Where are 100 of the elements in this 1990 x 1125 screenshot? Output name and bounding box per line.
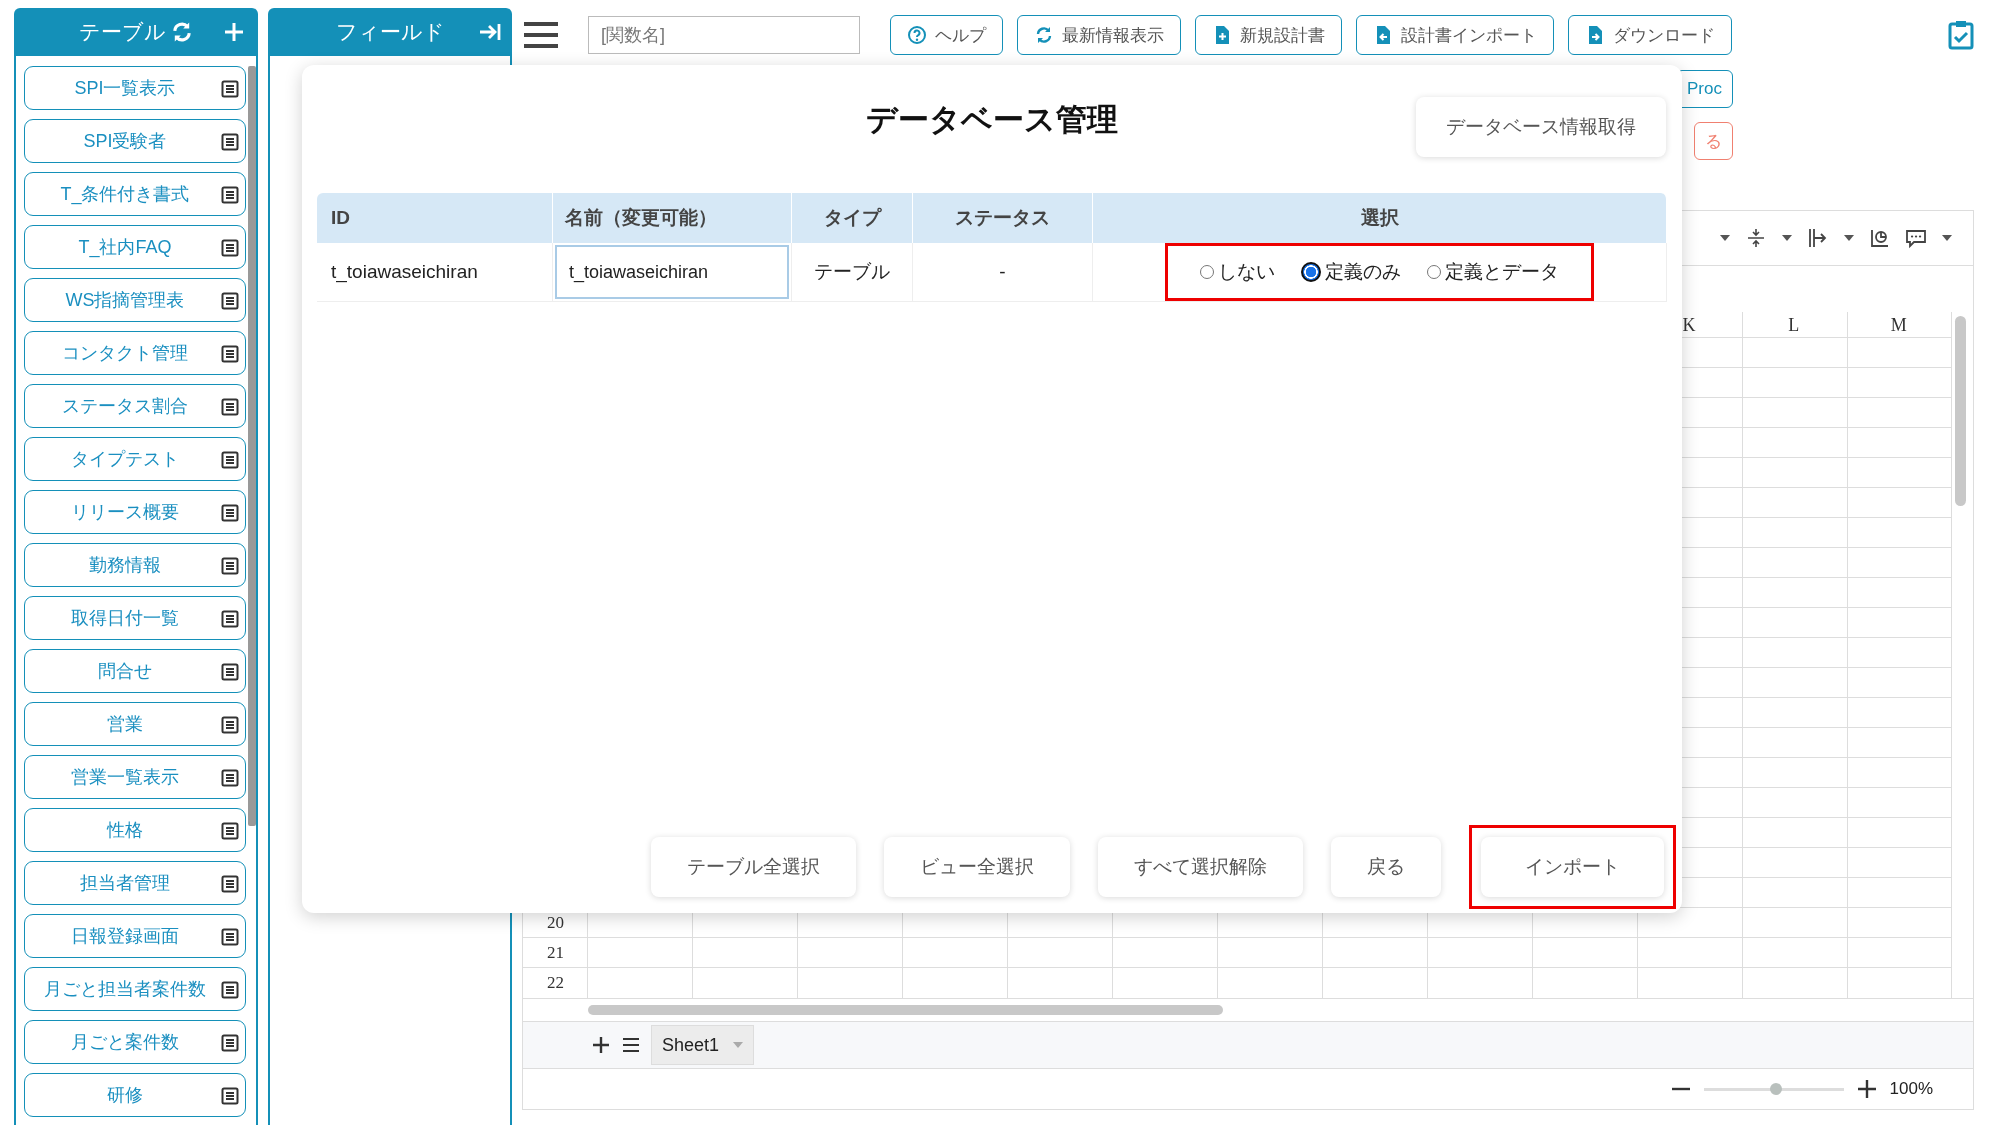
sidebar-item[interactable]: タイプテスト: [24, 437, 246, 481]
zoom-percentage: 100%: [1889, 1079, 1933, 1099]
table-cell: テーブル: [792, 243, 913, 302]
comment-icon[interactable]: [1905, 227, 1927, 249]
sidebar-item[interactable]: 日報登録画面: [24, 914, 246, 958]
document-icon: [221, 451, 239, 469]
sidebar-item[interactable]: 月ごと案件数: [24, 1020, 246, 1064]
caret-icon: [733, 1042, 744, 1048]
row-number: 22: [545, 972, 565, 994]
radio-button[interactable]: [1200, 265, 1214, 279]
radio-label: 定義とデータ: [1445, 260, 1559, 284]
caret-icon[interactable]: [1941, 233, 1953, 243]
column-header: L: [1787, 313, 1801, 337]
clipboard-check-icon[interactable]: [1948, 20, 1974, 50]
slider-thumb[interactable]: [1770, 1082, 1783, 1095]
sidebar-item[interactable]: WS指摘管理表: [24, 278, 246, 322]
toolbar-button[interactable]: ヘルプ: [890, 15, 1003, 55]
sidebar-item[interactable]: 問合せ: [24, 649, 246, 693]
document-icon: [221, 822, 239, 840]
table-cell: t_toiawaseichiran: [317, 243, 553, 302]
column-header: K: [1681, 313, 1697, 337]
search-field[interactable]: [関数名]: [588, 16, 860, 54]
name-input-field[interactable]: t_toiawaseichiran: [555, 245, 789, 299]
sidebar-item[interactable]: SPI一覧表示: [24, 66, 246, 110]
toolbar-button[interactable]: 最新情報表示: [1017, 15, 1181, 55]
radio-option[interactable]: 定義のみ: [1301, 259, 1401, 285]
add-icon[interactable]: [222, 20, 246, 44]
menu-icon[interactable]: [522, 20, 560, 50]
document-icon: [221, 133, 239, 151]
sidebar-item[interactable]: ステータス割合: [24, 384, 246, 428]
sidebar-item[interactable]: SPI受験者: [24, 119, 246, 163]
document-icon: [221, 557, 239, 575]
scrollbar-thumb[interactable]: [1955, 316, 1966, 506]
sidebar-item[interactable]: 研修: [24, 1073, 246, 1117]
text-wrap-icon[interactable]: [1807, 227, 1829, 249]
document-icon: [221, 398, 239, 416]
radio-button[interactable]: [1301, 262, 1321, 282]
toolbar-button[interactable]: 設計書インポート: [1356, 15, 1554, 55]
sidebar-item[interactable]: リリース概要: [24, 490, 246, 534]
sidebar-item[interactable]: 営業: [24, 702, 246, 746]
scrollbar-thumb[interactable]: [588, 1005, 1223, 1015]
scrollbar-thumb[interactable]: [248, 66, 256, 826]
column-header: 名前（変更可能）: [553, 193, 792, 243]
dialog-title: データベース管理: [866, 101, 1118, 139]
caret-icon[interactable]: [1719, 233, 1731, 243]
field-panel-title: フィールド: [335, 19, 445, 45]
column-header: ID: [317, 193, 553, 243]
column-header: ステータス: [913, 193, 1093, 243]
dialog-button[interactable]: テーブル全選択: [651, 837, 856, 897]
sheet-tab[interactable]: Sheet1: [651, 1025, 755, 1065]
sidebar-title: テーブル: [78, 19, 166, 45]
sidebar-item[interactable]: 営業一覧表示: [24, 755, 246, 799]
table-cell: -: [913, 243, 1093, 302]
fetch-info-button[interactable]: データベース情報取得: [1416, 97, 1666, 157]
caret-icon[interactable]: [1781, 233, 1793, 243]
chart-icon[interactable]: [1869, 227, 1891, 249]
row-number: 20: [545, 912, 565, 934]
radio-label: 定義のみ: [1325, 260, 1401, 284]
dialog-button[interactable]: 戻る: [1331, 837, 1441, 897]
menu-icon[interactable]: [621, 1035, 641, 1055]
document-icon: [221, 663, 239, 681]
sidebar-item[interactable]: 担当者管理: [24, 861, 246, 905]
dialog-button[interactable]: インポート: [1481, 837, 1664, 897]
sidebar-item[interactable]: 取得日付一覧: [24, 596, 246, 640]
column-header: M: [1889, 313, 1908, 337]
align-middle-icon[interactable]: [1745, 227, 1767, 249]
add-sheet-icon[interactable]: [591, 1035, 611, 1055]
document-icon: [221, 610, 239, 628]
document-icon: [221, 345, 239, 363]
radio-button[interactable]: [1427, 265, 1441, 279]
document-icon: [221, 1087, 239, 1105]
dialog-button[interactable]: ビュー全選択: [884, 837, 1070, 897]
document-icon: [221, 292, 239, 310]
zoom-in-icon[interactable]: [1855, 1078, 1878, 1100]
sidebar-item[interactable]: T_社内FAQ: [24, 225, 246, 269]
document-icon: [221, 769, 239, 787]
column-header: 選択: [1093, 193, 1667, 243]
row-number: 21: [545, 942, 565, 964]
help-icon: [907, 25, 927, 45]
sidebar-item[interactable]: コンタクト管理: [24, 331, 246, 375]
document-icon: [221, 1034, 239, 1052]
radio-option[interactable]: 定義とデータ: [1427, 259, 1559, 285]
caret-icon[interactable]: [1843, 233, 1855, 243]
refresh-icon: [1034, 25, 1054, 45]
document-icon: [221, 981, 239, 999]
document-icon: [221, 716, 239, 734]
document-icon: [221, 239, 239, 257]
radio-option[interactable]: しない: [1200, 259, 1275, 285]
dialog-button[interactable]: すべて選択解除: [1098, 837, 1303, 897]
radio-label: しない: [1218, 260, 1275, 284]
document-icon: [221, 928, 239, 946]
sidebar-item[interactable]: 勤務情報: [24, 543, 246, 587]
sidebar-item[interactable]: T_条件付き書式: [24, 172, 246, 216]
sidebar-item[interactable]: 月ごと担当者案件数: [24, 967, 246, 1011]
sidebar-item[interactable]: 性格: [24, 808, 246, 852]
toolbar-button[interactable]: ダウンロード: [1568, 15, 1732, 55]
toolbar-button[interactable]: 新規設計書: [1195, 15, 1342, 55]
column-header: タイプ: [792, 193, 913, 243]
document-icon: [221, 186, 239, 204]
action-button[interactable]: る: [1694, 122, 1733, 160]
